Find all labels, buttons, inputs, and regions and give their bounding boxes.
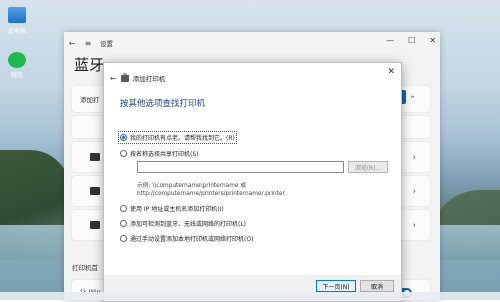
chevron-right-icon: › <box>412 152 416 162</box>
option-label: 按名称选择共享打印机(S) <box>130 151 199 158</box>
desktop-icon-wechat[interactable]: 微信 <box>2 52 32 79</box>
add-printer-dialog: ✕ ← 添加打印机 按其他选项查找打印机 我的打印机有点老。请帮我找到它。(R)… <box>103 62 402 302</box>
desktop-icon-this-pc[interactable]: 此电脑 <box>2 6 32 35</box>
dialog-title: 添加打印机 <box>132 75 166 83</box>
printer-icon <box>90 153 100 161</box>
browse-button[interactable]: 浏览(R)... <box>348 161 388 173</box>
example-line: 示例: \\computername\printername 或 <box>137 183 247 189</box>
dialog-titlebar: ← 添加打印机 <box>110 72 166 83</box>
wechat-icon <box>8 52 26 68</box>
taskbar <box>0 292 500 300</box>
menu-icon[interactable]: ≡ <box>80 39 96 48</box>
cancel-button[interactable]: 取消 <box>360 280 394 292</box>
window-controls: — ☐ ✕ <box>386 36 436 45</box>
radio-icon[interactable] <box>120 205 127 212</box>
dialog-instruction: 按其他选项查找打印机 <box>120 99 206 109</box>
maximize-icon[interactable]: ☐ <box>408 36 415 45</box>
option-label: 通过手动设置添加本地打印机或网络打印机(O) <box>130 236 254 243</box>
back-icon[interactable]: ← <box>64 39 80 48</box>
printer-icon <box>90 221 100 229</box>
settings-title: 设置 <box>100 40 113 48</box>
next-button[interactable]: 下一页(N) <box>316 280 356 292</box>
radio-icon[interactable] <box>120 220 127 227</box>
radio-icon[interactable] <box>120 235 127 242</box>
chevron-right-icon: › <box>412 186 416 196</box>
option-label: 添加可检测到蓝牙、无线或网络的打印机(L) <box>130 221 247 228</box>
radio-selected-icon[interactable] <box>120 134 127 141</box>
minimize-icon[interactable]: — <box>386 36 394 45</box>
option-shared-printer[interactable]: 按名称选择共享打印机(S) <box>120 149 199 158</box>
example-text: 示例: \\computername\printername 或 http://… <box>137 182 285 198</box>
option-manual-local[interactable]: 通过手动设置添加本地打印机或网络打印机(O) <box>120 234 253 243</box>
settings-titlebar: ← ≡ 设置 <box>64 32 440 54</box>
close-icon[interactable]: ✕ <box>387 67 395 77</box>
desktop-icon-label: 微信 <box>10 72 23 79</box>
computer-icon <box>7 6 27 24</box>
back-arrow-icon[interactable]: ← <box>110 74 117 83</box>
desktop-icon-label: 此电脑 <box>7 28 26 35</box>
close-icon[interactable]: ✕ <box>429 36 436 45</box>
printer-icon <box>120 72 129 82</box>
option-bluetooth-wireless[interactable]: 添加可检测到蓝牙、无线或网络的打印机(L) <box>120 219 246 228</box>
radio-icon[interactable] <box>120 150 127 157</box>
option-old-printer[interactable]: 我的打印机有点老。请帮我找到它。(R) <box>118 131 237 144</box>
printer-icon <box>90 187 100 195</box>
option-ip-address[interactable]: 使用 IP 地址或主机名添加打印机(I) <box>120 204 224 213</box>
add-printer-label: 添加打 <box>80 96 100 104</box>
option-label: 使用 IP 地址或主机名添加打印机(I) <box>130 206 224 213</box>
shared-printer-input[interactable] <box>137 161 344 173</box>
chevron-up-icon[interactable]: ⌃ <box>409 95 416 104</box>
option-label: 我的打印机有点老。请帮我找到它。(R) <box>130 135 235 142</box>
chevron-right-icon: › <box>412 220 416 230</box>
printer-settings-section-label: 打印机首 <box>72 264 98 272</box>
example-line: http://computername/printers/printername… <box>137 191 285 197</box>
page-title: 蓝牙 <box>74 56 105 74</box>
